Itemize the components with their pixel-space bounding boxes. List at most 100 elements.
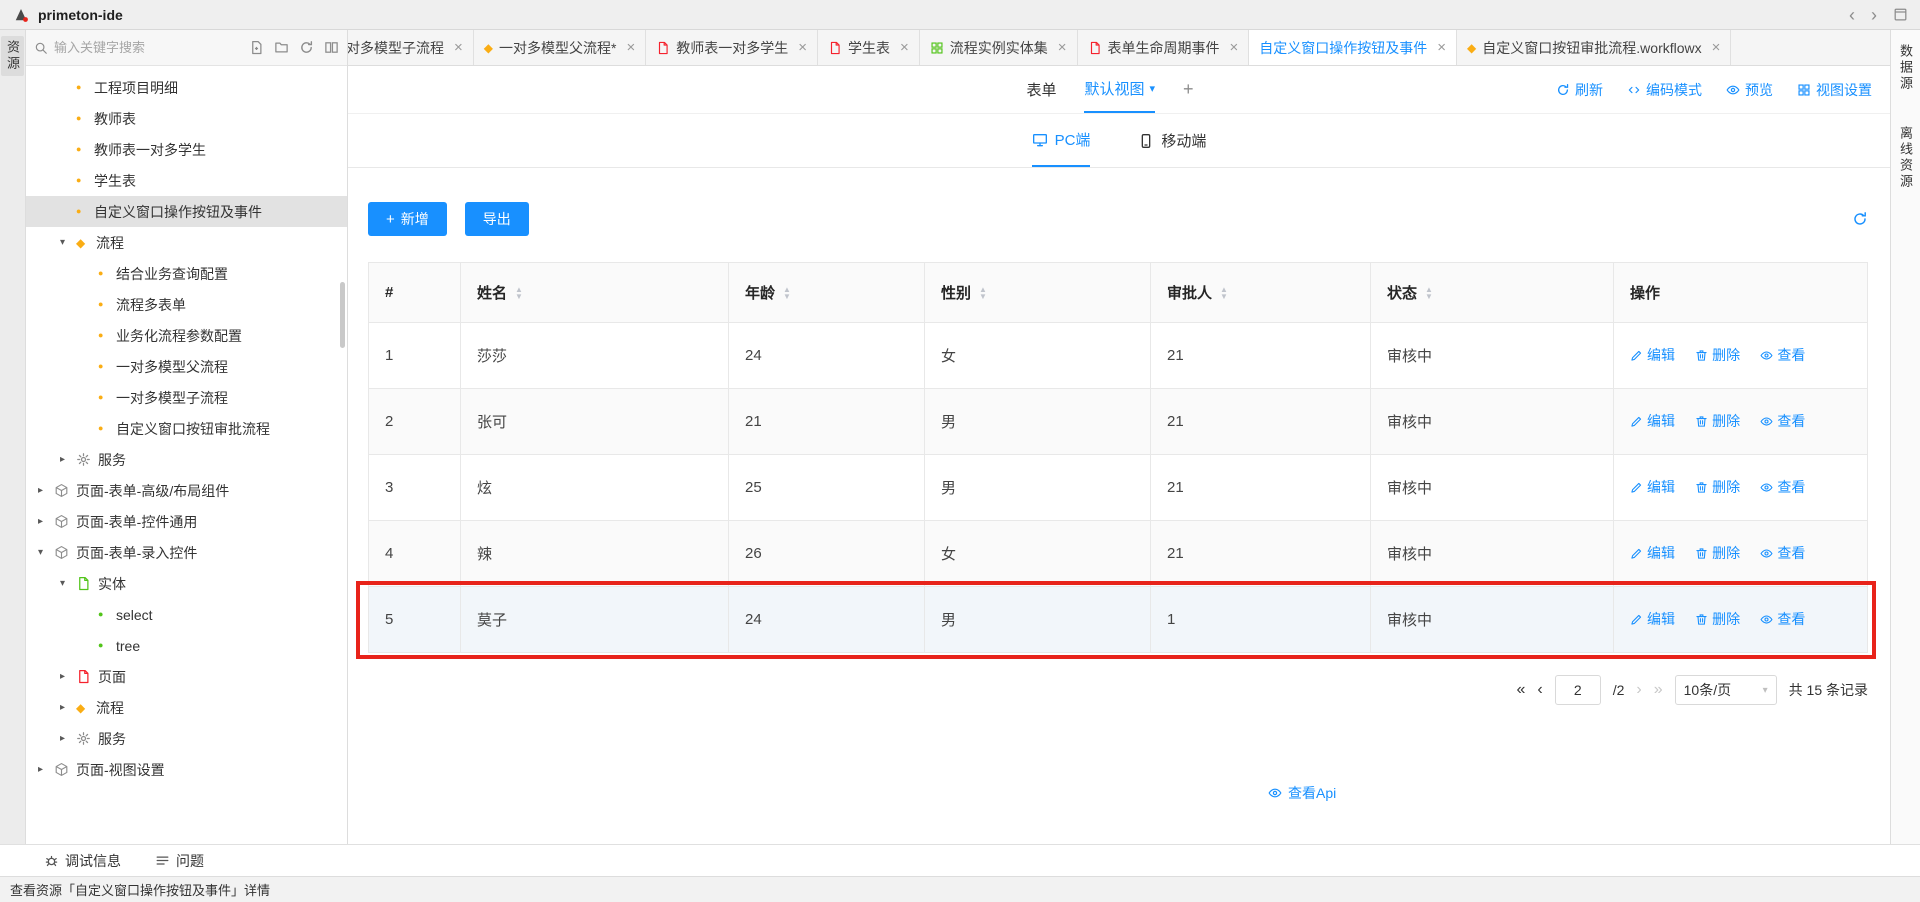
- tree-item[interactable]: ●教师表一对多学生: [26, 134, 347, 165]
- tab-item[interactable]: 表单生命周期事件×: [1078, 30, 1250, 65]
- table-refresh-icon[interactable]: [1852, 211, 1868, 227]
- view-api-link[interactable]: 查看Api: [1268, 783, 1336, 803]
- close-icon[interactable]: ×: [626, 39, 635, 56]
- panel-tab-offline-resources[interactable]: 离线资源: [1894, 122, 1917, 194]
- nav-back-icon[interactable]: ‹: [1849, 6, 1855, 24]
- first-page-button[interactable]: «: [1516, 681, 1525, 699]
- edit-link[interactable]: 编辑: [1630, 345, 1675, 365]
- chevron-right-icon[interactable]: ▸: [38, 764, 54, 775]
- prev-page-button[interactable]: ‹: [1537, 681, 1542, 699]
- sort-icon[interactable]: ▲▼: [515, 286, 523, 300]
- nav-forward-icon[interactable]: ›: [1871, 6, 1877, 24]
- tree-item[interactable]: ▾实体: [26, 568, 347, 599]
- tree-item[interactable]: ▸页面-表单-控件通用: [26, 506, 347, 537]
- view-link[interactable]: 查看: [1760, 345, 1805, 365]
- chevron-right-icon[interactable]: ▸: [60, 733, 76, 744]
- form-mode-label[interactable]: 表单: [1026, 66, 1056, 113]
- next-page-button[interactable]: ›: [1636, 681, 1641, 699]
- chevron-right-icon[interactable]: ▸: [38, 485, 54, 496]
- chevron-down-icon[interactable]: ▾: [38, 547, 54, 558]
- tree-item[interactable]: ▸服务: [26, 444, 347, 475]
- tab-item[interactable]: 学生表×: [818, 30, 920, 65]
- edit-link[interactable]: 编辑: [1630, 477, 1675, 497]
- close-icon[interactable]: ×: [454, 39, 463, 56]
- close-icon[interactable]: ×: [1230, 39, 1239, 56]
- close-icon[interactable]: ×: [1712, 39, 1721, 56]
- tree-item[interactable]: ●一对多模型子流程: [26, 382, 347, 413]
- problems-tab[interactable]: 问题: [155, 851, 204, 871]
- close-icon[interactable]: ×: [900, 39, 909, 56]
- tree-item[interactable]: ●教师表: [26, 103, 347, 134]
- delete-link[interactable]: 删除: [1695, 477, 1740, 497]
- tree-item-selected[interactable]: ●自定义窗口操作按钮及事件: [26, 196, 347, 227]
- edit-link[interactable]: 编辑: [1630, 609, 1675, 629]
- view-link[interactable]: 查看: [1760, 609, 1805, 629]
- view-link[interactable]: 查看: [1760, 543, 1805, 563]
- tree-item[interactable]: ▸页面-表单-高级/布局组件: [26, 475, 347, 506]
- last-page-button[interactable]: »: [1654, 681, 1663, 699]
- tree-item[interactable]: ▸页面-视图设置: [26, 754, 347, 785]
- sort-icon[interactable]: ▲▼: [783, 286, 791, 300]
- add-button[interactable]: +新增: [368, 202, 447, 236]
- tree-item[interactable]: ●tree: [26, 630, 347, 661]
- close-icon[interactable]: ×: [1437, 39, 1446, 56]
- page-size-select[interactable]: 10条/页 ▾: [1675, 675, 1777, 705]
- sort-icon[interactable]: ▲▼: [979, 286, 987, 300]
- tree-item[interactable]: ▾◆流程: [26, 227, 347, 258]
- tree-item[interactable]: ●结合业务查询配置: [26, 258, 347, 289]
- chevron-right-icon[interactable]: ▸: [60, 454, 76, 465]
- close-icon[interactable]: ×: [1058, 39, 1067, 56]
- refresh-button[interactable]: 刷新: [1556, 80, 1603, 100]
- chevron-right-icon[interactable]: ▸: [60, 702, 76, 713]
- tab-item[interactable]: ◆一对多模型父流程*×: [474, 30, 646, 65]
- tab-item[interactable]: ◆自定义窗口按钮审批流程.workflowx×: [1457, 30, 1731, 65]
- add-view-button[interactable]: +: [1183, 66, 1194, 113]
- tab-item[interactable]: 对多模型子流程×: [348, 30, 474, 65]
- tree-item[interactable]: ▸◆流程: [26, 692, 347, 723]
- tab-pc[interactable]: PC端: [1032, 114, 1091, 167]
- export-button[interactable]: 导出: [465, 202, 529, 236]
- close-icon[interactable]: ×: [798, 39, 807, 56]
- sort-icon[interactable]: ▲▼: [1425, 286, 1433, 300]
- default-view-tab[interactable]: 默认视图 ▾: [1084, 66, 1155, 113]
- delete-link[interactable]: 删除: [1695, 609, 1740, 629]
- tree-item[interactable]: ●工程项目明细: [26, 72, 347, 103]
- delete-link[interactable]: 删除: [1695, 345, 1740, 365]
- chevron-right-icon[interactable]: ▸: [60, 671, 76, 682]
- chevron-right-icon[interactable]: ▸: [38, 516, 54, 527]
- tree-item[interactable]: ●流程多表单: [26, 289, 347, 320]
- preview-button[interactable]: 预览: [1726, 80, 1773, 100]
- chevron-down-icon[interactable]: ▾: [60, 578, 76, 589]
- tab-item[interactable]: 流程实例实体集×: [920, 30, 1078, 65]
- delete-link[interactable]: 删除: [1695, 543, 1740, 563]
- tree-item[interactable]: ●select: [26, 599, 347, 630]
- tree-item[interactable]: ●学生表: [26, 165, 347, 196]
- tab-item[interactable]: 教师表一对多学生×: [646, 30, 818, 65]
- sort-icon[interactable]: ▲▼: [1220, 286, 1228, 300]
- tab-mobile[interactable]: 移动端: [1138, 114, 1206, 167]
- search-input[interactable]: [54, 40, 174, 55]
- page-number-input[interactable]: [1555, 675, 1601, 705]
- chevron-down-icon[interactable]: ▾: [60, 237, 76, 248]
- tree-item[interactable]: ▸服务: [26, 723, 347, 754]
- edit-link[interactable]: 编辑: [1630, 543, 1675, 563]
- search-box[interactable]: [34, 40, 249, 55]
- view-link[interactable]: 查看: [1760, 411, 1805, 431]
- layout-window-icon[interactable]: [1893, 7, 1908, 22]
- panel-tab-datasource[interactable]: 数据源: [1894, 40, 1917, 96]
- collapse-panel-icon[interactable]: [324, 40, 339, 55]
- tree-item[interactable]: ●业务化流程参数配置: [26, 320, 347, 351]
- tree-item[interactable]: ▸页面: [26, 661, 347, 692]
- tree-item[interactable]: ▾页面-表单-录入控件: [26, 537, 347, 568]
- edit-link[interactable]: 编辑: [1630, 411, 1675, 431]
- delete-link[interactable]: 删除: [1695, 411, 1740, 431]
- code-mode-button[interactable]: 编码模式: [1627, 80, 1702, 100]
- import-resource-icon[interactable]: [249, 40, 264, 55]
- refresh-icon[interactable]: [299, 40, 314, 55]
- panel-tab-resources[interactable]: 资源: [1, 36, 24, 76]
- folder-icon[interactable]: [274, 40, 289, 55]
- tree-item[interactable]: ●一对多模型父流程: [26, 351, 347, 382]
- view-settings-button[interactable]: 视图设置: [1797, 80, 1872, 100]
- tree-item[interactable]: ●自定义窗口按钮审批流程: [26, 413, 347, 444]
- tab-item-active[interactable]: 自定义窗口操作按钮及事件×: [1249, 30, 1457, 65]
